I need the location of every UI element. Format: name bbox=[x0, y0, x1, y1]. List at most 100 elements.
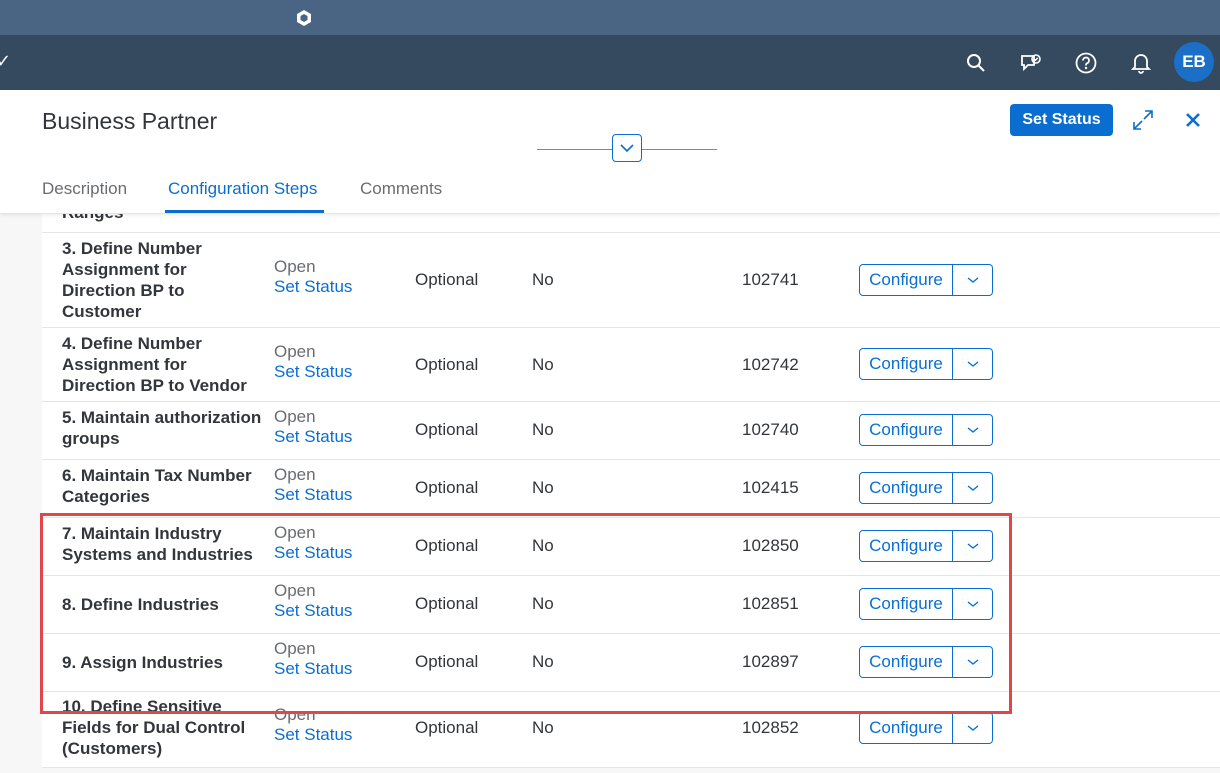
step-name: 6. Maintain Tax Number Categories bbox=[62, 466, 252, 506]
chevron-down-icon bbox=[967, 427, 978, 433]
optional-cell: Optional bbox=[415, 270, 479, 289]
step-name: 4. Define Number Assignment for Directio… bbox=[62, 334, 247, 395]
mandatory-cell: No bbox=[532, 355, 554, 374]
step-name: 5. Maintain authorization groups bbox=[62, 408, 262, 448]
mandatory-cell: No bbox=[532, 718, 554, 737]
activity-id: 102897 bbox=[742, 652, 799, 671]
chevron-down-icon bbox=[967, 725, 978, 731]
set-status-button[interactable]: Set Status bbox=[1010, 104, 1113, 136]
fullscreen-icon[interactable] bbox=[1131, 108, 1155, 132]
status-text: Open bbox=[274, 705, 316, 724]
configure-menu-button[interactable] bbox=[953, 588, 993, 620]
tab-comments[interactable]: Comments bbox=[360, 179, 442, 199]
chevron-down-icon bbox=[967, 543, 978, 549]
mandatory-cell: No bbox=[532, 270, 554, 289]
chevron-down-icon bbox=[967, 659, 978, 665]
configure-menu-button[interactable] bbox=[953, 530, 993, 562]
search-icon[interactable] bbox=[964, 51, 988, 75]
table-row: 5. Maintain authorization groups Open Se… bbox=[42, 402, 1220, 460]
configure-menu-button[interactable] bbox=[953, 712, 993, 744]
configure-menu-button[interactable] bbox=[953, 472, 993, 504]
page-title: Business Partner bbox=[42, 108, 218, 134]
shell-menu-glyph[interactable]: ✓ bbox=[0, 51, 11, 72]
optional-cell: Optional bbox=[415, 355, 479, 374]
close-icon[interactable] bbox=[1181, 108, 1205, 132]
configure-split-button: Configure bbox=[859, 264, 993, 296]
chevron-down-icon bbox=[967, 277, 978, 283]
configure-button[interactable]: Configure bbox=[859, 414, 953, 446]
object-page-header: Business Partner Set Status Description … bbox=[0, 90, 1220, 214]
step-name: 10. Define Sensitive Fields for Dual Con… bbox=[62, 697, 246, 758]
configure-split-button: Configure bbox=[859, 646, 993, 678]
configure-button[interactable]: Configure bbox=[859, 472, 953, 504]
status-text: Open bbox=[274, 257, 316, 276]
configure-button[interactable]: Configure bbox=[859, 530, 953, 562]
activity-id: 102852 bbox=[742, 718, 799, 737]
activity-id: 102741 bbox=[742, 270, 799, 289]
set-status-link[interactable]: Set Status bbox=[274, 725, 352, 745]
optional-cell: Optional bbox=[415, 536, 479, 555]
set-status-link[interactable]: Set Status bbox=[274, 485, 352, 505]
table-row: 6. Maintain Tax Number Categories Open S… bbox=[42, 460, 1220, 518]
configure-button[interactable]: Configure bbox=[859, 646, 953, 678]
table-row: 9. Assign Industries Open Set Status Opt… bbox=[42, 634, 1220, 692]
notifications-icon[interactable] bbox=[1129, 51, 1153, 75]
activity-id: 102742 bbox=[742, 355, 799, 374]
configure-menu-button[interactable] bbox=[953, 348, 993, 380]
configuration-steps-table: 2. Define Number Ranges 3. Define Number… bbox=[42, 214, 1220, 768]
status-cell: Open Set Status bbox=[274, 705, 352, 745]
configure-button[interactable]: Configure bbox=[859, 348, 953, 380]
configure-menu-button[interactable] bbox=[953, 646, 993, 678]
step-name: 8. Define Industries bbox=[62, 595, 219, 614]
configure-button[interactable]: Configure bbox=[859, 712, 953, 744]
help-icon[interactable] bbox=[1074, 51, 1098, 75]
active-tab-indicator bbox=[165, 210, 324, 213]
set-status-link[interactable]: Set Status bbox=[274, 543, 352, 563]
activity-id: 102415 bbox=[742, 478, 799, 497]
status-cell: Open Set Status bbox=[274, 581, 352, 621]
optional-cell: Optional bbox=[415, 652, 479, 671]
set-status-link[interactable]: Set Status bbox=[274, 659, 352, 679]
table-row: 8. Define Industries Open Set Status Opt… bbox=[42, 576, 1220, 634]
configure-split-button: Configure bbox=[859, 530, 993, 562]
mandatory-cell: No bbox=[532, 478, 554, 497]
shell-bar: ✓ bbox=[0, 35, 1220, 90]
status-text: Open bbox=[274, 407, 316, 426]
status-cell: Open Set Status bbox=[274, 407, 352, 447]
optional-cell: Optional bbox=[415, 478, 479, 497]
step-name: 2. Define Number Ranges bbox=[62, 214, 262, 223]
mandatory-cell: No bbox=[532, 536, 554, 555]
status-cell: Open Set Status bbox=[274, 523, 352, 563]
step-name: 3. Define Number Assignment for Directio… bbox=[62, 239, 202, 321]
status-text: Open bbox=[274, 523, 316, 542]
status-cell: Open Set Status bbox=[274, 639, 352, 679]
tab-configuration-steps[interactable]: Configuration Steps bbox=[168, 179, 317, 199]
set-status-link[interactable]: Set Status bbox=[274, 601, 352, 621]
status-cell: Open Set Status bbox=[274, 257, 352, 297]
configure-menu-button[interactable] bbox=[953, 264, 993, 296]
tab-description[interactable]: Description bbox=[42, 179, 127, 199]
feedback-icon[interactable] bbox=[1019, 51, 1043, 75]
set-status-link[interactable]: Set Status bbox=[274, 362, 352, 382]
set-status-link[interactable]: Set Status bbox=[274, 427, 352, 447]
status-text: Open bbox=[274, 639, 316, 658]
configure-menu-button[interactable] bbox=[953, 414, 993, 446]
status-text: Open bbox=[274, 581, 316, 600]
content-area: 2. Define Number Ranges 3. Define Number… bbox=[0, 214, 1220, 773]
configure-split-button: Configure bbox=[859, 712, 993, 744]
mandatory-cell: No bbox=[532, 594, 554, 613]
app-logo-icon[interactable] bbox=[295, 9, 313, 27]
user-avatar[interactable]: EB bbox=[1174, 42, 1214, 82]
configure-split-button: Configure bbox=[859, 588, 993, 620]
table-row: 4. Define Number Assignment for Directio… bbox=[42, 328, 1220, 402]
set-status-link[interactable]: Set Status bbox=[274, 277, 352, 297]
configure-button[interactable]: Configure bbox=[859, 264, 953, 296]
step-name: 9. Assign Industries bbox=[62, 653, 223, 672]
chevron-down-icon bbox=[620, 144, 634, 153]
collapse-header-button[interactable] bbox=[612, 134, 642, 162]
step-name: 7. Maintain Industry Systems and Industr… bbox=[62, 524, 253, 564]
status-cell: Open Set Status bbox=[274, 342, 352, 382]
optional-cell: Optional bbox=[415, 718, 479, 737]
mandatory-cell: No bbox=[532, 420, 554, 439]
configure-button[interactable]: Configure bbox=[859, 588, 953, 620]
